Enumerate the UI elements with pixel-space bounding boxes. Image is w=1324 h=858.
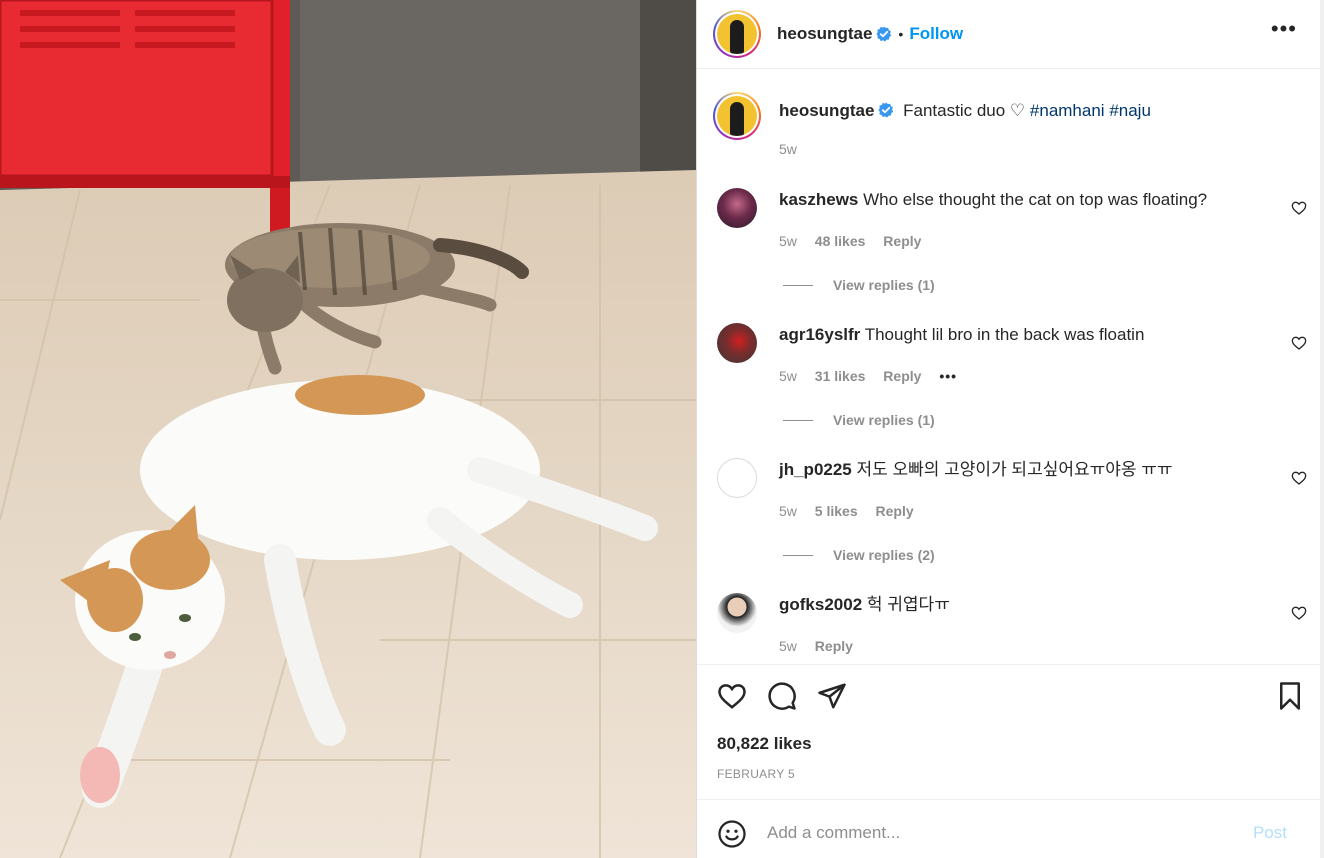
hashtag-link[interactable]: #namhani bbox=[1030, 101, 1105, 120]
comment-username[interactable]: agr16yslfr bbox=[779, 325, 860, 344]
comment-meta: 5w Reply bbox=[779, 638, 867, 654]
more-options-button[interactable]: ••• bbox=[1271, 18, 1297, 40]
like-comment-heart-icon[interactable] bbox=[1291, 335, 1307, 351]
comment-text: gofks2002 헉 귀엽다ㅠ bbox=[779, 594, 950, 616]
replies-divider-line bbox=[783, 419, 813, 421]
likes-count[interactable]: 80,822 likes bbox=[717, 734, 812, 754]
reply-button[interactable]: Reply bbox=[883, 368, 921, 384]
comment-bubble-icon[interactable] bbox=[767, 681, 797, 711]
comment-item: kaszhews Who else thought the cat on top… bbox=[717, 187, 1307, 297]
verified-badge-icon bbox=[878, 102, 894, 118]
comment-time[interactable]: 5w bbox=[779, 233, 797, 249]
post-comment-button[interactable]: Post bbox=[1253, 823, 1287, 843]
post-actions: 80,822 likes FEBRUARY 5 bbox=[697, 664, 1321, 799]
view-replies-label: View replies (1) bbox=[833, 412, 935, 428]
comment-meta: 5w 48 likes Reply bbox=[779, 233, 935, 249]
view-replies-label: View replies (2) bbox=[833, 547, 935, 563]
like-comment-heart-icon[interactable] bbox=[1291, 605, 1307, 621]
post-side-panel: heosungtae • Follow ••• heosungtae Fanta… bbox=[696, 0, 1324, 858]
view-replies-label: View replies (1) bbox=[833, 277, 935, 293]
verified-badge-icon bbox=[876, 26, 892, 42]
like-comment-heart-icon[interactable] bbox=[1291, 200, 1307, 216]
comment-item: gofks2002 헉 귀엽다ㅠ 5w Reply bbox=[717, 592, 1307, 662]
comment-item: agr16yslfr Thought lil bro in the back w… bbox=[717, 322, 1307, 432]
caption-meta: 5w bbox=[779, 141, 811, 157]
replies-divider-line bbox=[783, 284, 813, 286]
caption-time[interactable]: 5w bbox=[779, 141, 797, 157]
commenter-avatar[interactable] bbox=[717, 593, 757, 633]
caption-username[interactable]: heosungtae bbox=[779, 101, 874, 120]
commenter-avatar[interactable] bbox=[717, 323, 757, 363]
heart-icon[interactable] bbox=[717, 681, 747, 711]
bookmark-icon[interactable] bbox=[1275, 681, 1305, 711]
like-comment-heart-icon[interactable] bbox=[1291, 470, 1307, 486]
comment-likes[interactable]: 5 likes bbox=[815, 503, 858, 519]
comment-input[interactable] bbox=[767, 818, 1247, 848]
author-info: heosungtae • Follow bbox=[777, 24, 963, 44]
comment-username[interactable]: gofks2002 bbox=[779, 595, 862, 614]
comment-more-options-button[interactable]: ••• bbox=[939, 368, 957, 384]
add-comment-bar: Post bbox=[697, 799, 1321, 858]
post-date[interactable]: FEBRUARY 5 bbox=[717, 767, 795, 781]
smiley-icon[interactable] bbox=[717, 819, 747, 849]
caption-author-avatar[interactable] bbox=[713, 92, 761, 140]
comment-body: Who else thought the cat on top was floa… bbox=[863, 190, 1208, 209]
comment-time[interactable]: 5w bbox=[779, 503, 797, 519]
comment-body: 저도 오빠의 고양이가 되고싶어요ㅠ야옹 ㅠㅠ bbox=[856, 460, 1173, 479]
comment-time[interactable]: 5w bbox=[779, 368, 797, 384]
comment-text: agr16yslfr Thought lil bro in the back w… bbox=[779, 324, 1144, 346]
comment-text: jh_p0225 저도 오빠의 고양이가 되고싶어요ㅠ야옹 ㅠㅠ bbox=[779, 459, 1173, 481]
comment-meta: 5w 31 likes Reply ••• bbox=[779, 368, 971, 384]
caption-body: Fantastic duo ♡ bbox=[903, 101, 1026, 120]
paper-plane-icon[interactable] bbox=[817, 681, 847, 711]
hashtag-link[interactable]: #naju bbox=[1109, 101, 1151, 120]
caption-text: heosungtae Fantastic duo ♡ #namhani #naj… bbox=[779, 100, 1151, 122]
separator-dot: • bbox=[898, 26, 904, 42]
view-replies-button[interactable]: View replies (1) bbox=[783, 412, 935, 428]
comments-list[interactable]: heosungtae Fantastic duo ♡ #namhani #naj… bbox=[697, 70, 1321, 664]
commenter-avatar[interactable] bbox=[717, 458, 757, 498]
author-username[interactable]: heosungtae bbox=[777, 24, 872, 44]
comment-username[interactable]: kaszhews bbox=[779, 190, 858, 209]
comment-likes[interactable]: 48 likes bbox=[815, 233, 866, 249]
comment-item: jh_p0225 저도 오빠의 고양이가 되고싶어요ㅠ야옹 ㅠㅠ 5w 5 li… bbox=[717, 457, 1307, 567]
reply-button[interactable]: Reply bbox=[876, 503, 914, 519]
follow-button[interactable]: Follow bbox=[909, 24, 963, 44]
post-photo[interactable] bbox=[0, 0, 696, 858]
comment-meta: 5w 5 likes Reply bbox=[779, 503, 928, 519]
view-replies-button[interactable]: View replies (2) bbox=[783, 547, 935, 563]
comment-time[interactable]: 5w bbox=[779, 638, 797, 654]
view-replies-button[interactable]: View replies (1) bbox=[783, 277, 935, 293]
reply-button[interactable]: Reply bbox=[815, 638, 853, 654]
comment-text: kaszhews Who else thought the cat on top… bbox=[779, 189, 1207, 211]
author-avatar[interactable] bbox=[713, 10, 761, 58]
cats-photo-illustration bbox=[0, 0, 696, 858]
comment-username[interactable]: jh_p0225 bbox=[779, 460, 852, 479]
instagram-post-view: heosungtae • Follow ••• heosungtae Fanta… bbox=[0, 0, 1324, 858]
caption: heosungtae Fantastic duo ♡ #namhani #naj… bbox=[713, 92, 1307, 172]
post-header: heosungtae • Follow ••• bbox=[697, 0, 1321, 69]
replies-divider-line bbox=[783, 554, 813, 556]
reply-button[interactable]: Reply bbox=[883, 233, 921, 249]
commenter-avatar[interactable] bbox=[717, 188, 757, 228]
comment-body: Thought lil bro in the back was floatin bbox=[864, 325, 1145, 344]
comment-body: 헉 귀엽다ㅠ bbox=[866, 595, 950, 614]
comment-likes[interactable]: 31 likes bbox=[815, 368, 866, 384]
